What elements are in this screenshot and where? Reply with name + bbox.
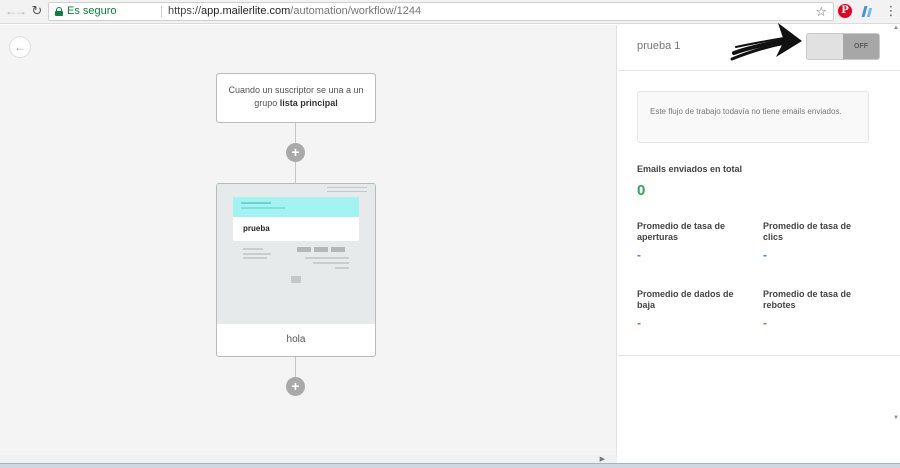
bookmark-star-icon[interactable]: ☆: [815, 3, 827, 20]
workflow-toggle[interactable]: OFF: [806, 33, 880, 60]
workflow-stats-panel: prueba 1 OFF Este flujo de trabajo todav…: [618, 23, 900, 468]
secure-label: Es seguro: [67, 5, 117, 17]
panel-scrollbar[interactable]: ▲ ▼: [892, 25, 900, 421]
kebab-menu-icon[interactable]: ⋮: [884, 4, 898, 18]
back-button[interactable]: ←: [9, 36, 31, 58]
preview-social-button: [297, 247, 311, 252]
info-message: Este flujo de trabajo todavía no tiene e…: [637, 91, 869, 143]
click-rate-label: Promedio de tasa de clics: [763, 221, 852, 242]
address-bar[interactable]: Es seguro https://app.mailerlite.com/aut…: [48, 2, 834, 21]
preview-logo-icon: [291, 276, 301, 283]
horizontal-scrollbar[interactable]: ▶: [0, 455, 617, 463]
trigger-step[interactable]: Cuando un suscriptor se una a un grupo l…: [216, 73, 376, 123]
connector-line: [295, 161, 296, 183]
preview-social-button: [331, 247, 345, 252]
address-divider: [161, 6, 162, 17]
email-preview-thumbnail: prueba: [217, 184, 375, 324]
os-taskbar: [0, 463, 900, 468]
preview-text-line: [313, 262, 349, 264]
trigger-group-name: lista principal: [279, 98, 338, 108]
preview-meta-line: [327, 187, 367, 192]
panel-divider: [618, 355, 900, 356]
arrow-annotation-icon: [730, 23, 802, 61]
scroll-up-arrow-icon[interactable]: ▲: [893, 25, 899, 31]
preview-text-line: [305, 257, 349, 259]
preview-text-line: [335, 267, 349, 269]
preview-social-button: [314, 247, 328, 252]
unsubscribe-rate-label: Promedio de dados de baja: [637, 289, 734, 310]
extension-icon[interactable]: [860, 4, 874, 18]
panel-header: prueba 1 OFF: [618, 23, 900, 71]
bounce-rate-label: Promedio de tasa de rebotes: [763, 289, 852, 310]
url-path: /automation/workflow/1244: [290, 5, 422, 17]
preview-body: prueba: [233, 217, 359, 241]
add-step-button[interactable]: +: [286, 143, 305, 162]
emails-sent-value: 0: [637, 182, 646, 199]
workflow-canvas[interactable]: ← Cuando un suscriptor se una a un grupo…: [0, 25, 617, 455]
toggle-state-label: OFF: [843, 34, 879, 59]
url-scheme: https://: [168, 5, 202, 17]
email-step-card[interactable]: prueba hola: [216, 183, 376, 357]
reload-icon[interactable]: ↻: [30, 4, 44, 18]
preview-text-line: [243, 253, 271, 255]
arrow-left-icon: ←: [14, 40, 26, 54]
browser-forward-icon[interactable]: →: [14, 4, 28, 18]
url-host: app.mailerlite.com: [201, 5, 291, 17]
preview-title: prueba: [243, 224, 270, 233]
emails-sent-label: Emails enviados en total: [637, 164, 743, 174]
workflow-name[interactable]: prueba 1: [637, 40, 680, 52]
scroll-right-arrow-icon[interactable]: ▶: [600, 455, 605, 463]
email-step-label: hola: [286, 334, 306, 345]
add-step-button[interactable]: +: [286, 377, 305, 396]
open-rate-value: -: [637, 248, 641, 262]
preview-text-line: [243, 257, 267, 259]
lock-icon: [55, 7, 63, 16]
click-rate-value: -: [763, 248, 767, 262]
unsubscribe-rate-value: -: [637, 316, 641, 330]
url-text[interactable]: https://app.mailerlite.com/automation/wo…: [168, 3, 421, 20]
preview-header: [233, 197, 359, 217]
scroll-down-arrow-icon[interactable]: ▼: [893, 415, 899, 421]
pinterest-icon[interactable]: P: [838, 4, 852, 18]
bounce-rate-value: -: [763, 316, 767, 330]
preview-text-line: [243, 248, 263, 250]
open-rate-label: Promedio de tasa de aperturas: [637, 221, 726, 242]
